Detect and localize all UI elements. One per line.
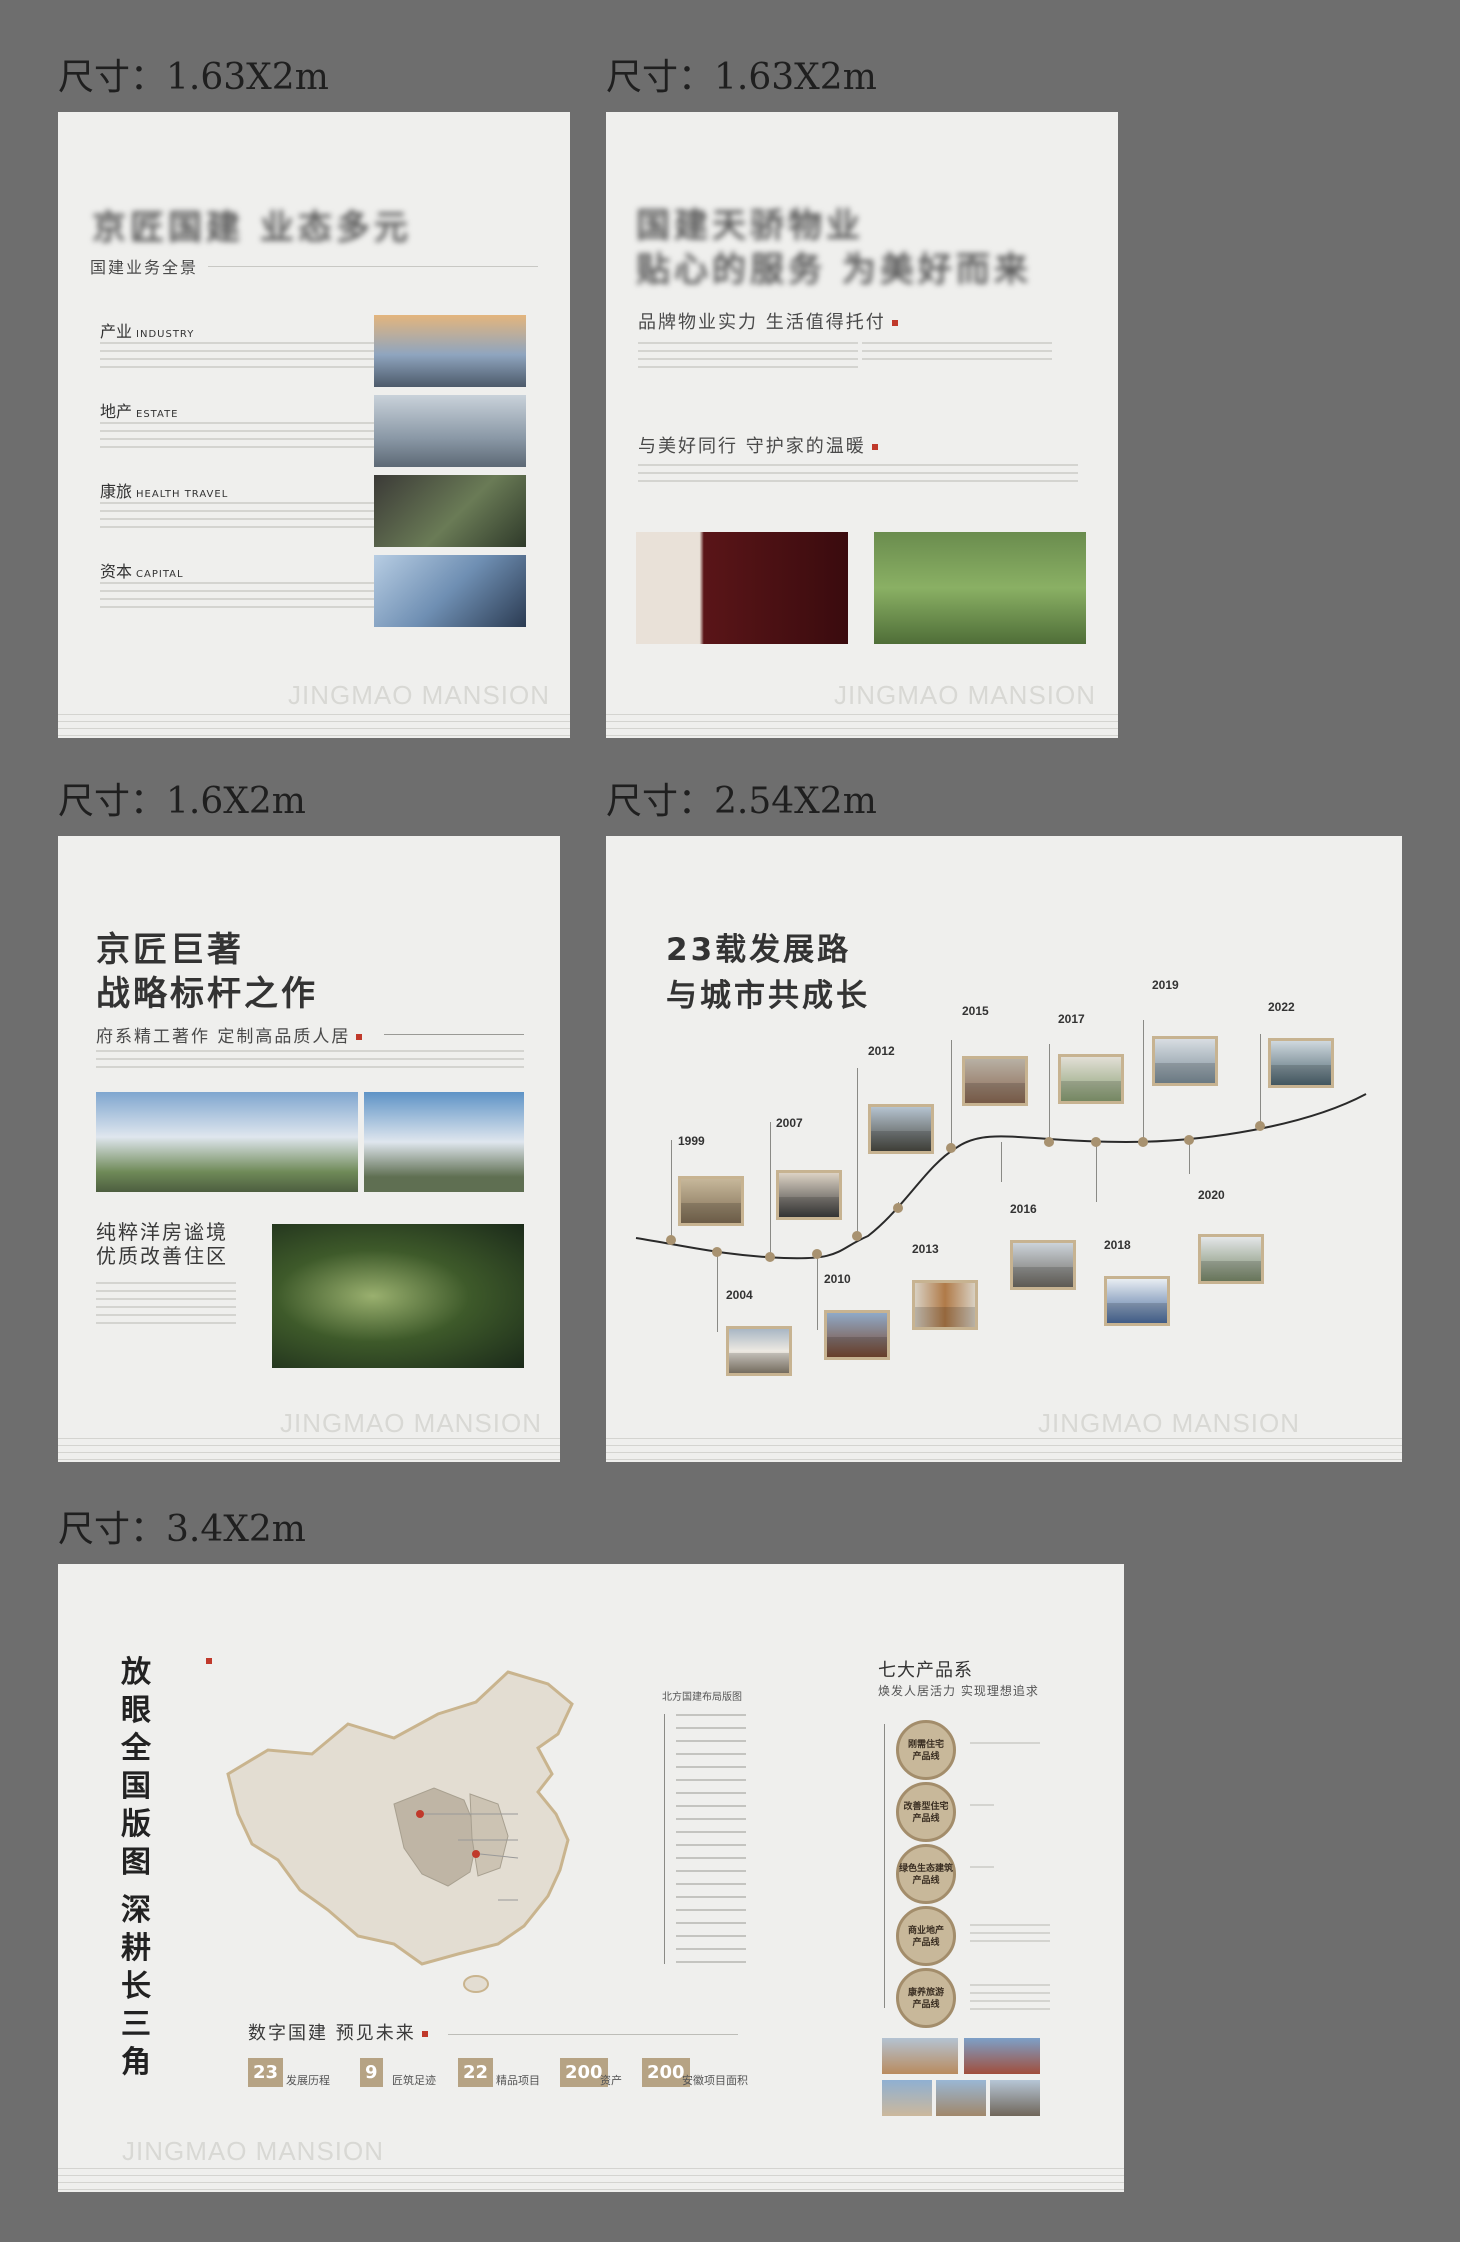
timeline-photo-2015 [962,1056,1028,1106]
section-capital: 资本 CAPITAL [100,562,184,581]
watermark: JINGMAO MANSION [288,680,551,710]
photo-aerial-community [272,1224,524,1368]
heading2-line1: 纯粹洋房谧境 [96,1220,228,1244]
panel-business-overview: 京匠国建 业态多元 国建业务全景 产业 INDUSTRY 地产 ESTATE 康旅 H… [58,112,570,738]
panel-title-line2: 贴心的服务 为美好而来 [636,250,1032,290]
size-label-p3: 尺寸：1.6X2m [58,781,306,822]
timeline-photo-2022 [1268,1038,1334,1088]
photo-finance [374,555,526,627]
heading2-line2: 优质改善住区 [96,1244,228,1268]
product-photo-4 [936,2080,986,2116]
year-2018: 2018 [1104,1238,1131,1252]
timeline-photo-2019 [1152,1036,1218,1086]
year-2004: 2004 [726,1288,753,1302]
panel-property-service: 国建天骄物业 贴心的服务 为美好而来 品牌物业实力 生活值得托付 与美好同行 守… [606,112,1118,738]
panel-flagship-project: 京匠巨著 战略标杆之作 府系精工著作 定制高品质人居 纯粹洋房谧境 优质改善住区… [58,836,560,1462]
size-label-p1: 尺寸：1.63X2m [58,57,329,98]
stats-title: 数字国建 预见未来 [248,2022,428,2046]
year-2019: 2019 [1152,978,1179,992]
heading-brand-strength: 品牌物业实力 生活值得托付 [638,308,898,334]
timeline-photo-2012 [868,1104,934,1154]
photo-residential-blocks [96,1092,358,1192]
timeline-photo-2016 [1010,1240,1076,1290]
photo-smart-lock [636,532,848,644]
photo-foggy-city [374,395,526,467]
stat-footprints: 9 [360,2058,383,2087]
panel-development-timeline: 23载发展路 与城市共成长 1999 2004 2007 2010 2012 2… [606,836,1402,1462]
year-2012: 2012 [868,1044,895,1058]
year-2015: 2015 [962,1004,989,1018]
timeline-photo-2013 [912,1280,978,1330]
panel-title-line1: 京匠巨著 [96,930,244,970]
product-photo-3 [882,2080,932,2116]
photo-city-skyline [374,315,526,387]
timeline-photo-2007 [776,1170,842,1220]
photo-villa [374,475,526,547]
timeline-photo-2017 [1058,1054,1124,1104]
year-2010: 2010 [824,1272,851,1286]
china-map [226,1670,574,1993]
product-improved-home: 改善型住宅 产品线 [896,1782,956,1842]
product-wellness-tourism: 康养旅游 产品线 [896,1968,956,2028]
products-title: 七大产品系 [878,1660,973,1681]
timeline-photo-2004 [726,1326,792,1376]
product-entry-home: 刚需住宅 产品线 [896,1720,956,1780]
timeline-photo-2018 [1104,1276,1170,1326]
stat-projects: 22 [458,2058,494,2087]
size-label-p2: 尺寸：1.63X2m [606,57,877,98]
year-2016: 2016 [1010,1202,1037,1216]
heading-quality-living: 府系精工著作 定制高品质人居 [96,1022,363,1047]
layout-list-title: 北方国建布局版图 [662,1692,742,1703]
products-subtitle: 焕发人居活力 实现理想追求 [878,1684,1039,1698]
section-industry: 产业 INDUSTRY [100,322,195,341]
stat-history-years: 23 [248,2058,284,2087]
size-label-p4: 尺寸：2.54X2m [606,781,877,822]
timeline-photo-2010 [824,1310,890,1360]
year-2020: 2020 [1198,1188,1225,1202]
product-commercial: 商业地产 产品线 [896,1906,956,1966]
section-estate: 地产 ESTATE [100,402,179,421]
size-label-p5: 尺寸：3.4X2m [58,1509,306,1550]
product-photo-1 [882,2038,958,2074]
watermark: JINGMAO MANSION [834,680,1097,710]
year-1999: 1999 [678,1134,705,1148]
timeline-photo-2020 [1198,1234,1264,1284]
panel-title-line2: 战略标杆之作 [96,974,318,1014]
photo-residence-entrance [364,1092,524,1192]
product-green-building: 绿色生态建筑 产品线 [896,1844,956,1904]
year-2022: 2022 [1268,1000,1295,1014]
year-2013: 2013 [912,1242,939,1256]
vertical-title-1: 放眼全国版图 [121,1655,151,1880]
product-photo-5 [990,2080,1040,2116]
vertical-title-2: 深耕长三角 [121,1893,151,2080]
year-2017: 2017 [1058,1012,1085,1026]
panel-national-layout: 放眼全国版图 深耕长三角 北方国建布局版图 数字国建 预见未来 23 发展历程 … [58,1564,1124,2192]
heading-warmth: 与美好同行 守护家的温暖 [638,432,878,458]
year-2007: 2007 [776,1116,803,1130]
panel-subtitle: 国建业务全景 [90,258,199,277]
timeline-photo-1999 [678,1176,744,1226]
photo-property-staff [874,532,1086,644]
panel-title: 京匠国建 业态多元 [92,208,412,248]
panel-title-line1: 国建天骄物业 [636,206,864,246]
section-health-travel: 康旅 HEALTH TRAVEL [100,482,229,501]
product-photo-2 [964,2038,1040,2074]
